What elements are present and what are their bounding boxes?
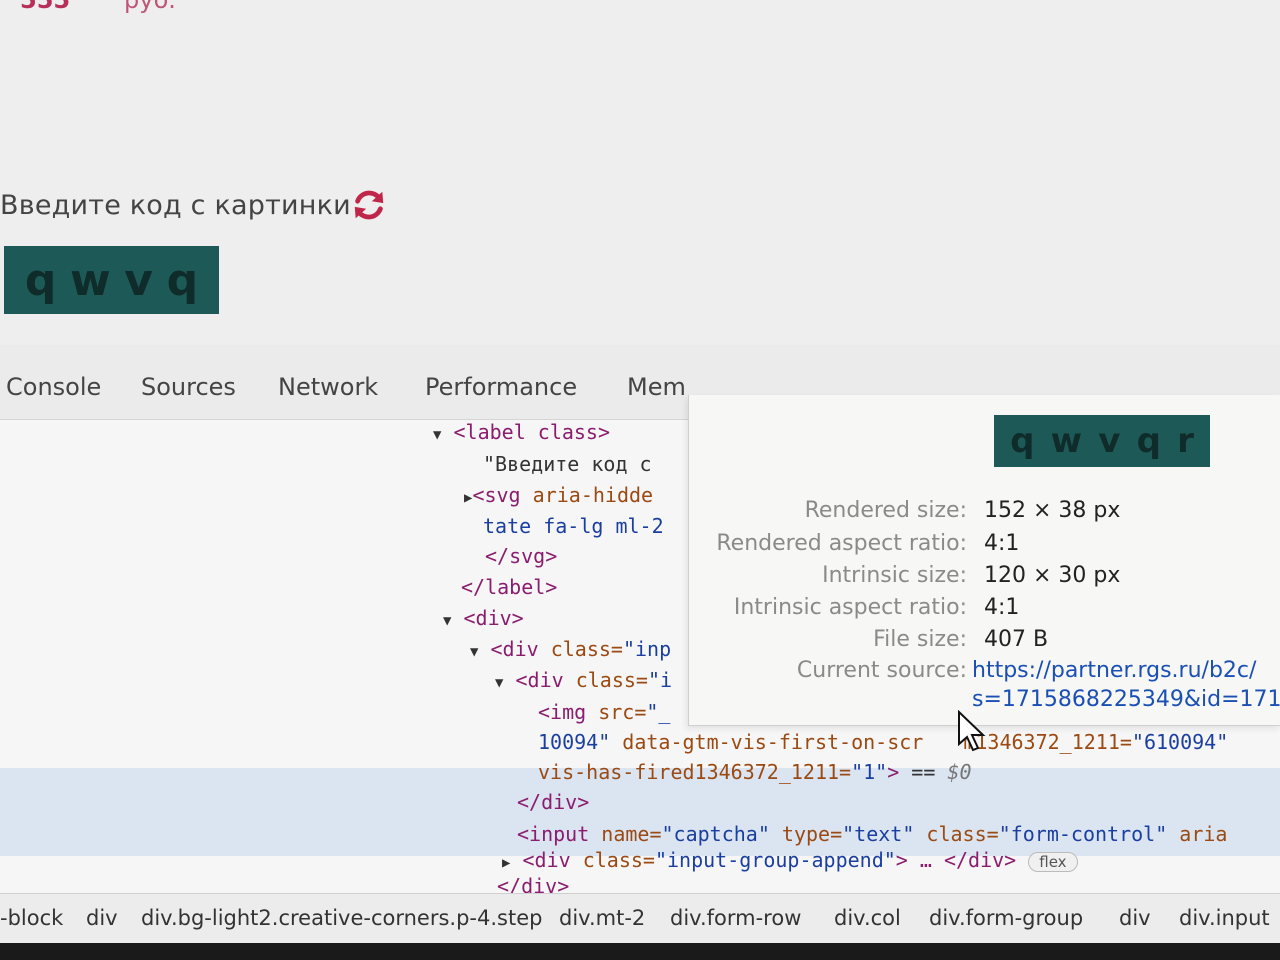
breadcrumb-item[interactable]: div (1119, 906, 1151, 930)
current-source-link-continued[interactable]: s=1715868225349&id=171 (972, 687, 1280, 712)
collapsed-triangle-icon[interactable]: ▶ (502, 855, 510, 871)
captcha-label: Введите код с картинки (0, 190, 351, 221)
rendered-aspect-label: Rendered aspect ratio: (716, 531, 967, 556)
web-page: 555 руб. Введите код с картинки q w v q (0, 0, 1280, 345)
tree-node-selected[interactable]: <img src="_ (538, 700, 670, 724)
captcha-image: q w v q (4, 246, 219, 314)
captcha-char: w (69, 254, 111, 306)
rendered-aspect-value: 4:1 (984, 531, 1020, 556)
intrinsic-size-label: Intrinsic size: (822, 563, 967, 588)
breadcrumb-item[interactable]: div.input (1179, 906, 1270, 930)
intrinsic-aspect-label: Intrinsic aspect ratio: (733, 595, 967, 620)
tab-network[interactable]: Network (278, 373, 378, 401)
tree-node-continuation: vis-has-fired1346372_1211="1"> == $0 (538, 760, 972, 784)
image-preview-popover: q w v q r Rendered size: 152 × 38 px Ren… (688, 395, 1280, 726)
captcha-char: q (24, 254, 57, 306)
monitor-bezel (0, 943, 1280, 960)
breadcrumb-item[interactable]: div.form-row (670, 906, 801, 930)
refresh-icon[interactable] (350, 186, 388, 224)
tab-performance[interactable]: Performance (425, 373, 577, 401)
expand-triangle-icon[interactable]: ▼ (443, 613, 451, 629)
tree-node[interactable]: </svg> (485, 544, 557, 568)
expand-triangle-icon[interactable]: ▼ (433, 427, 441, 443)
file-size-value: 407 B (984, 627, 1049, 652)
tree-node-continuation: 10094" data-gtm-vis-first-on-scr m1346372… (538, 730, 1229, 754)
expand-triangle-icon[interactable]: ▼ (470, 644, 478, 660)
tree-node-continuation: tate fa-lg ml-2 (483, 514, 664, 538)
breadcrumb: -block div div.bg-light2.creative-corner… (0, 893, 1280, 944)
breadcrumb-item[interactable]: div.bg-light2.creative-corners.p-4.step (141, 906, 542, 930)
tab-console[interactable]: Console (6, 373, 101, 401)
file-size-label: File size: (873, 627, 967, 652)
breadcrumb-item[interactable]: div (86, 906, 118, 930)
tab-sources[interactable]: Sources (141, 373, 236, 401)
tree-node[interactable]: ▼ <div> (443, 606, 524, 630)
preview-char: w (1050, 421, 1083, 461)
breadcrumb-item[interactable]: div.mt-2 (559, 906, 645, 930)
tree-node[interactable]: ▶ <div class="input-group-append"> … </d… (502, 848, 1078, 872)
captcha-char: v (124, 254, 153, 306)
current-source-label: Current source: (796, 658, 967, 683)
breadcrumb-item[interactable]: -block (0, 906, 63, 930)
tree-node[interactable]: ▶<svg aria-hidde (464, 483, 653, 507)
preview-char: q (1010, 421, 1035, 461)
breadcrumb-item[interactable]: div.col (834, 906, 901, 930)
expand-triangle-icon[interactable]: ▼ (495, 675, 503, 691)
breadcrumb-item[interactable]: div.form-group (929, 906, 1083, 930)
preview-char: q (1136, 421, 1161, 461)
dollar-zero-marker: $0 (947, 760, 972, 784)
captcha-char: q (166, 254, 199, 306)
tree-node[interactable]: ▼ <div class="i (495, 668, 672, 692)
current-source-link[interactable]: https://partner.rgs.ru/b2c/ (972, 658, 1256, 683)
preview-char: v (1098, 421, 1121, 461)
tree-node[interactable]: ▼ <label class> (433, 420, 610, 444)
tree-node[interactable]: <input name="captcha" type="text" class=… (517, 822, 1227, 846)
captcha-preview-image: q w v q r (994, 415, 1210, 467)
screen: 555 руб. Введите код с картинки q w v q … (0, 0, 1280, 960)
mouse-cursor-icon (958, 710, 986, 752)
flex-badge[interactable]: flex (1028, 851, 1078, 872)
tree-node[interactable]: </label> (461, 575, 557, 599)
tree-node[interactable]: ▼ <div class="inp (470, 637, 671, 661)
tab-memory[interactable]: Mem (627, 373, 686, 401)
tree-node[interactable]: </div> (517, 790, 589, 814)
intrinsic-aspect-value: 4:1 (984, 595, 1020, 620)
preview-char: r (1177, 421, 1194, 461)
tree-text-node[interactable]: "Введите код с (483, 452, 652, 476)
rendered-size-label: Rendered size: (804, 498, 967, 523)
intrinsic-size-value: 120 × 30 px (984, 563, 1121, 588)
price-value: 555 (20, 0, 71, 14)
price-unit: руб. (124, 0, 176, 14)
rendered-size-value: 152 × 38 px (984, 498, 1121, 523)
